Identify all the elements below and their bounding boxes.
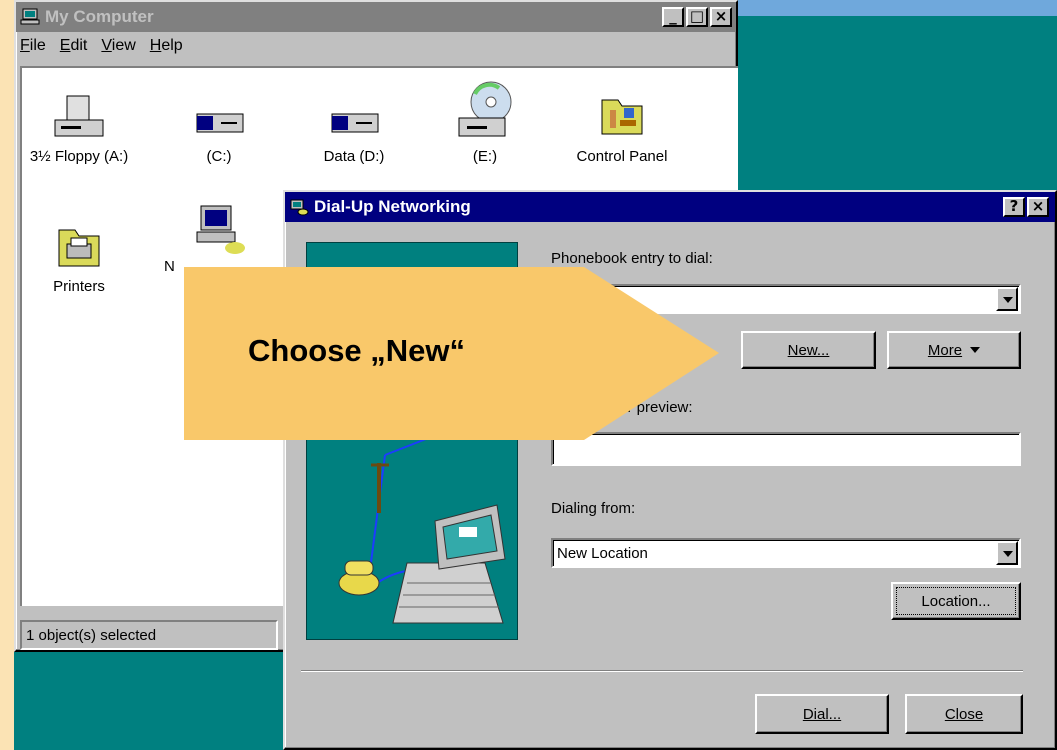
icon-label: Data (D:) xyxy=(323,148,385,165)
menu-file[interactable]: File xyxy=(20,37,46,55)
control-panel-item[interactable]: Control Panel xyxy=(567,88,677,165)
cd-drive-icon xyxy=(453,78,517,148)
dialup-title-icon xyxy=(289,198,309,216)
phonebook-label: Phonebook entry to dial: xyxy=(551,250,713,267)
drive-c-item[interactable]: (C:) xyxy=(164,88,274,165)
chevron-down-icon xyxy=(970,347,981,353)
drive-e-item[interactable]: (E:) xyxy=(430,78,540,165)
my-computer-titlebar[interactable]: My Computer _ □ × xyxy=(16,2,736,32)
dialup-networking-item[interactable]: N xyxy=(164,198,274,275)
status-bar: 1 object(s) selected xyxy=(20,620,278,650)
close-button[interactable]: × xyxy=(710,7,732,27)
icon-label: (C:) xyxy=(206,148,232,165)
icon-label: 3½ Floppy (A:) xyxy=(29,148,129,165)
dialing-from-label: Dialing from: xyxy=(551,500,636,517)
more-button[interactable]: More xyxy=(887,331,1021,369)
help-button[interactable]: ? xyxy=(1003,197,1025,217)
my-computer-title: My Computer xyxy=(45,7,154,26)
dialup-networking-icon xyxy=(187,198,251,258)
dialup-titlebar[interactable]: Dial-Up Networking ? × xyxy=(285,192,1055,222)
menu-view[interactable]: View xyxy=(101,37,135,55)
hard-drive-icon xyxy=(187,88,251,148)
computer-icon xyxy=(20,8,40,26)
icon-label: (E:) xyxy=(472,148,498,165)
control-panel-icon xyxy=(590,88,654,148)
location-button[interactable]: Location... xyxy=(891,582,1021,620)
chevron-down-icon[interactable] xyxy=(996,541,1018,565)
new-button[interactable]: New... xyxy=(741,331,876,369)
slide-top-band xyxy=(735,0,1057,16)
close-dialog-button[interactable]: Close xyxy=(905,694,1023,734)
floppy-drive-icon xyxy=(47,88,111,148)
icon-label: Printers xyxy=(53,278,105,295)
dialup-title: Dial-Up Networking xyxy=(314,197,471,216)
icon-label: Control Panel xyxy=(576,148,668,165)
dial-button[interactable]: Dial... xyxy=(755,694,889,734)
printers-item[interactable]: Printers xyxy=(24,218,134,295)
dialog-close-button[interactable]: × xyxy=(1027,197,1049,217)
floppy-drive-item[interactable]: 3½ Floppy (A:) xyxy=(24,88,134,165)
minimize-button[interactable]: _ xyxy=(662,7,684,27)
menu-edit[interactable]: Edit xyxy=(60,37,88,55)
separator xyxy=(301,670,1023,672)
chevron-down-icon[interactable] xyxy=(996,287,1018,311)
menu-bar: File Edit View Help xyxy=(16,32,736,60)
callout-text: Choose „New“ xyxy=(248,333,466,368)
slide-margin xyxy=(0,0,14,750)
drive-d-item[interactable]: Data (D:) xyxy=(299,88,409,165)
maximize-button[interactable]: □ xyxy=(686,7,708,27)
menu-help[interactable]: Help xyxy=(150,37,183,55)
dialing-from-value: New Location xyxy=(557,545,648,562)
hard-drive-icon xyxy=(322,88,386,148)
dialing-from-dropdown[interactable]: New Location xyxy=(551,538,1021,568)
printers-folder-icon xyxy=(47,218,111,278)
